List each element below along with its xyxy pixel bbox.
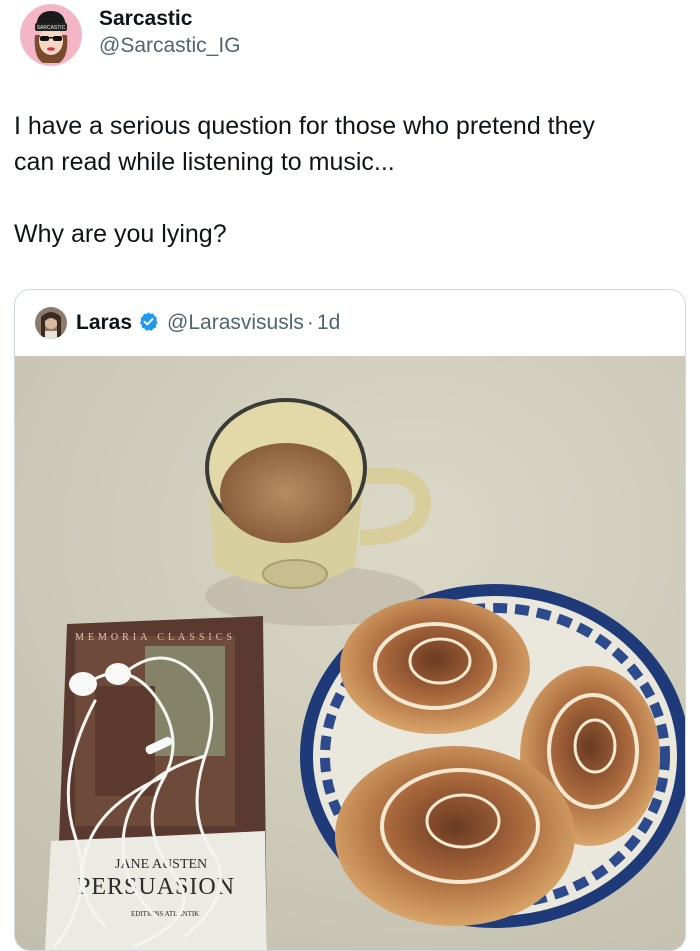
- verified-badge-icon: [138, 311, 159, 337]
- tweet-header: SARCASTIC Sarcastic @Sarcastic_IG: [20, 4, 241, 66]
- book-title: PERSUASION: [77, 874, 235, 900]
- tweet-text: I have a serious question for those who …: [14, 108, 684, 252]
- quoted-tweet-card[interactable]: Laras @Larasvisusls · 1d MEMORIA CLASSIC…: [14, 289, 686, 951]
- quoted-author-avatar[interactable]: [35, 307, 67, 339]
- laras-avatar-icon: [35, 307, 67, 339]
- quoted-author-handle[interactable]: @Larasvisusls: [167, 311, 304, 335]
- book-series: MEMORIA CLASSICS: [75, 632, 236, 643]
- earbud-left: [69, 672, 97, 696]
- book-author: JANE AUSTEN: [115, 857, 207, 872]
- coffee: [220, 443, 352, 543]
- book-publisher: EDITIONS ATLANTIK: [131, 910, 199, 918]
- quoted-tweet-photo[interactable]: MEMORIA CLASSICS JANE AUSTEN PERSUASION …: [15, 356, 685, 950]
- tweet-text-line-1: I have a serious question for those who …: [14, 112, 595, 140]
- separator-dot: ·: [306, 311, 314, 334]
- tweet-text-line-3: Why are you lying?: [14, 220, 227, 248]
- earbud-right: [105, 663, 131, 685]
- avatar[interactable]: SARCASTIC: [20, 4, 82, 66]
- beanie-text: SARCASTIC: [37, 25, 66, 31]
- quoted-author-display-name[interactable]: Laras: [76, 311, 132, 335]
- quoted-tweet-timestamp[interactable]: 1d: [317, 311, 340, 335]
- coffee-mug: [205, 398, 367, 589]
- author-display-name[interactable]: Sarcastic: [99, 6, 241, 32]
- sarcastic-avatar-icon: SARCASTIC: [21, 5, 81, 65]
- tweet-text-line-2: can read while listening to music...: [14, 148, 395, 176]
- quoted-tweet-header: Laras @Larasvisusls · 1d: [15, 290, 685, 356]
- author-handle[interactable]: @Sarcastic_IG: [99, 32, 241, 60]
